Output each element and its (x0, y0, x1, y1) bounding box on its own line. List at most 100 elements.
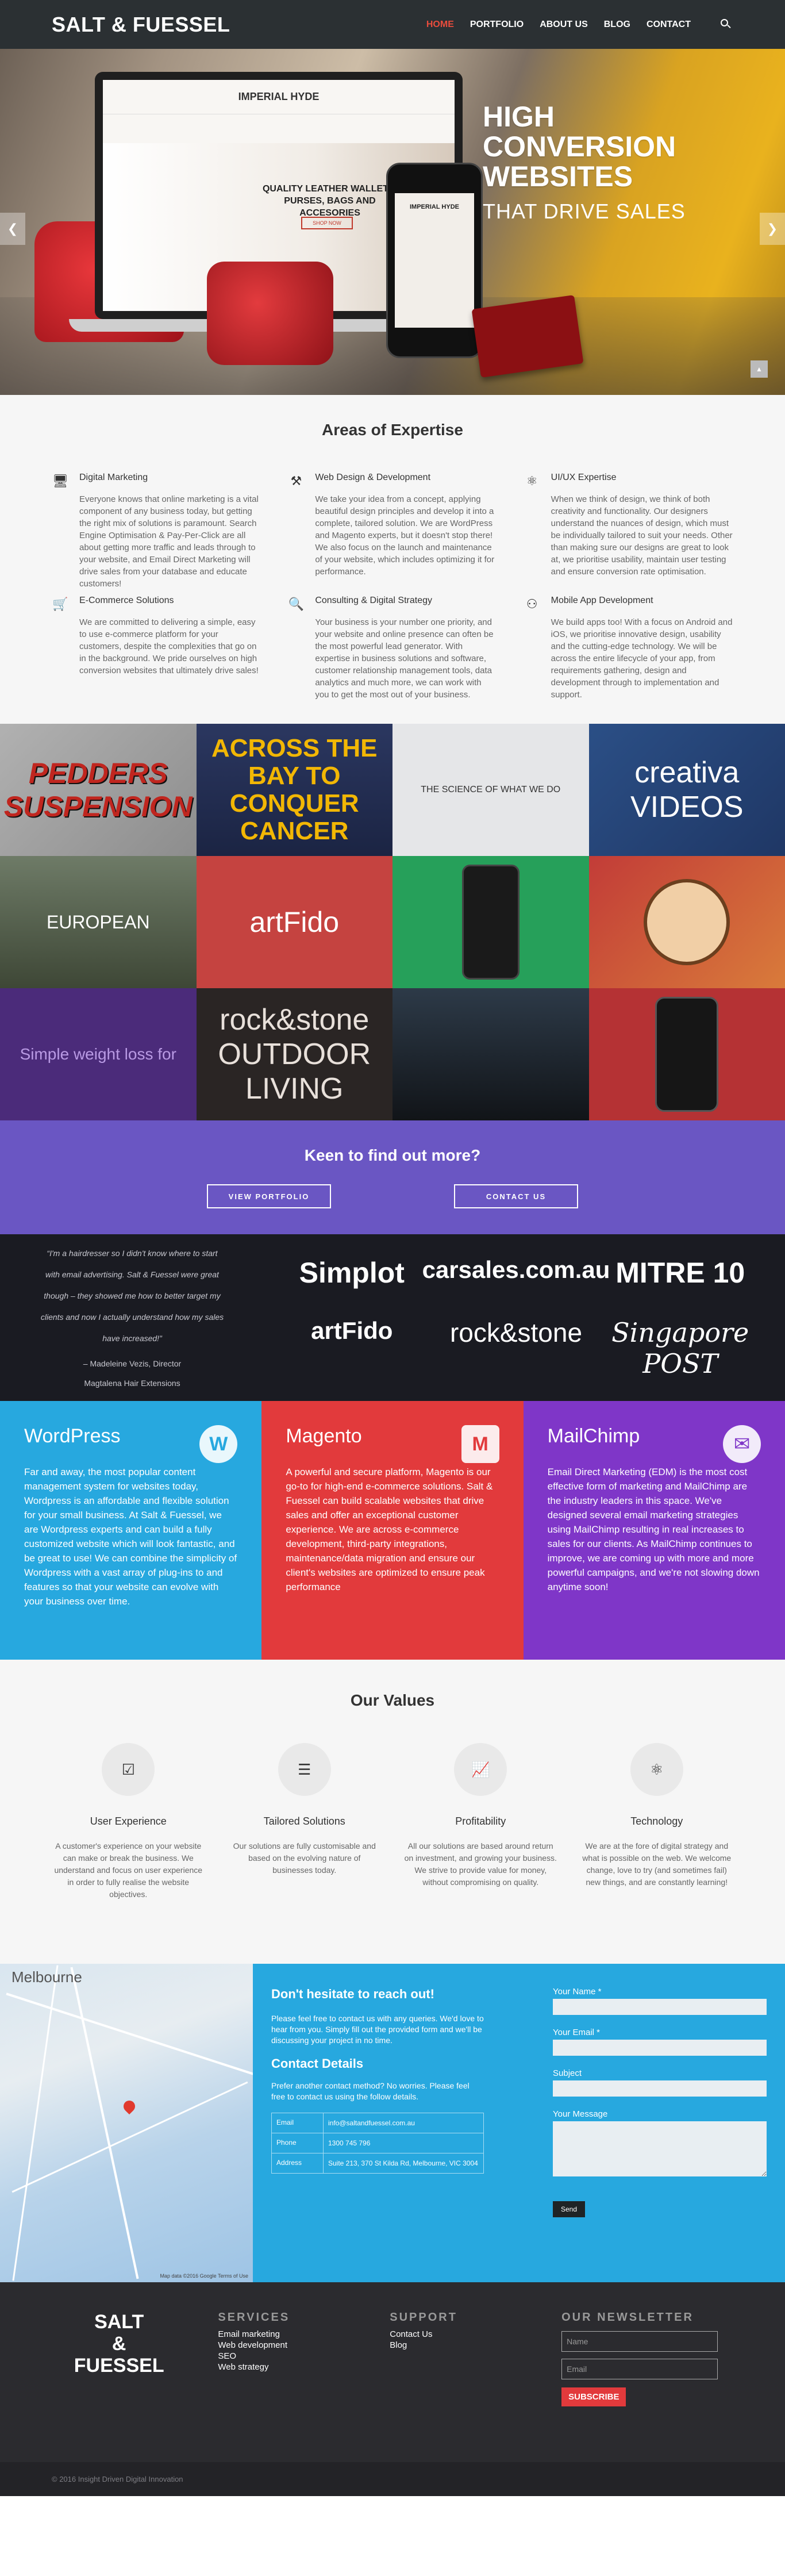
phone-image (461, 865, 520, 980)
phone-brand: IMPERIAL HYDE (410, 204, 459, 210)
portfolio-tile[interactable] (588, 988, 785, 1120)
contact-details-title: Contact Details (271, 2056, 364, 2071)
expertise-item: 🖥 Digital Marketing Everyone knows that o… (52, 473, 261, 590)
handbag-image-2 (207, 262, 333, 365)
expertise-item-text: Everyone knows that online marketing is … (79, 494, 259, 589)
value-item: 📈 Profitability All our solutions are ba… (404, 1743, 557, 1901)
nav-home[interactable]: HOME (426, 20, 454, 30)
hero-headline-line: CONVERSION (483, 130, 676, 163)
portfolio-tile-label: rock&stone OUTDOOR LIVING (218, 1003, 371, 1105)
portfolio-tile[interactable]: creativa VIDEOS (588, 724, 785, 856)
laptop-brand: IMPERIAL HYDE (103, 80, 455, 114)
chart-icon: 📈 (454, 1743, 507, 1796)
copyright-text: © 2016 Insight Driven Digital Innovation (52, 2475, 183, 2483)
expertise-grid: 🖥 Digital Marketing Everyone knows that o… (52, 473, 733, 701)
contact-email[interactable]: info@saltandfuessel.com.au (324, 2113, 483, 2133)
footer-services: SERVICES Email marketing Web development… (218, 2311, 390, 2462)
subject-field[interactable] (553, 2080, 767, 2097)
portfolio-tile-label: creativa VIDEOS (630, 756, 744, 824)
testimonial-quote: “I'm a hairdresser so I didn't know wher… (40, 1243, 224, 1393)
portfolio-tile-label: artFido (249, 906, 340, 938)
footer-logo[interactable]: SALT & FUESSEL (52, 2311, 166, 2462)
client-logo: Simplot (299, 1257, 405, 1289)
portfolio-tile[interactable]: rock&stone OUTDOOR LIVING (196, 988, 392, 1120)
portfolio-tile[interactable]: artFido (196, 856, 392, 988)
contact-details: Don't hesitate to reach out! Please feel… (271, 1987, 484, 2259)
search-icon[interactable] (718, 17, 733, 32)
newsletter-name-input[interactable]: Name (561, 2331, 718, 2352)
nav-portfolio[interactable]: PORTFOLIO (470, 20, 524, 30)
expertise-item-title: UI/UX Expertise (551, 473, 617, 482)
contact-section: Melbourne Map data ©2016 Google Terms of… (0, 1964, 785, 2282)
site-logo[interactable]: SALT & FUESSEL (52, 13, 230, 37)
portfolio-tile[interactable] (392, 856, 589, 988)
send-button[interactable]: Send (553, 2201, 586, 2217)
contact-intro: Please feel free to contact us with any … (271, 2014, 484, 2045)
testimonial-company: Magtalena Hair Extensions (84, 1378, 180, 1388)
portfolio-tile[interactable]: EUROPEAN (0, 856, 197, 988)
expertise-item: 🔍 Consulting & Digital Strategy Your busi… (287, 596, 497, 701)
portfolio-tile[interactable] (392, 988, 589, 1120)
platform-magento: M Magento A powerful and secure platform… (261, 1401, 524, 1660)
expertise-item-text: We build apps too! With a focus on Andro… (551, 617, 733, 700)
map-label: Melbourne (11, 1968, 82, 1986)
nav-contact[interactable]: CONTACT (647, 20, 691, 30)
contact-row: Phone 1300 745 796 (272, 2133, 483, 2153)
value-title: User Experience (90, 1815, 167, 1827)
testimonial-author: – Madeleine Vezis, Director (83, 1358, 182, 1368)
message-field[interactable] (553, 2121, 767, 2176)
contact-title: Don't hesitate to reach out! (271, 1987, 434, 2001)
slider-prev-arrow-icon[interactable]: ❮ (0, 213, 25, 245)
view-portfolio-button[interactable]: VIEW PORTFOLIO (207, 1184, 331, 1208)
footer-link[interactable]: Email marketing (218, 2329, 390, 2340)
client-logo: carsales.com.au (422, 1256, 610, 1283)
expertise-item: ⚛ UI/UX Expertise When we think of design… (524, 473, 733, 590)
footer-link[interactable]: Blog (390, 2340, 561, 2351)
search-icon: 🔍 (288, 597, 305, 611)
platform-text: A powerful and secure platform, Magento … (286, 1466, 493, 1592)
portfolio-tile[interactable]: THE SCIENCE OF WHAT WE DO (392, 724, 589, 856)
footer-link[interactable]: Web development (218, 2340, 390, 2351)
portfolio-tile[interactable]: Simple weight loss for (0, 988, 197, 1120)
scroll-top-icon[interactable]: ▲ (751, 360, 768, 378)
expertise-item: 🛒 E-Commerce Solutions We are committed t… (52, 596, 261, 701)
phone-screen: IMPERIAL HYDE (395, 193, 474, 328)
expertise-item-text: We are committed to delivering a simple,… (79, 617, 259, 675)
expertise-item-text: When we think of design, we think of bot… (551, 494, 733, 577)
hero-slider: IMPERIAL HYDE QUALITY LEATHER WALLETS, P… (0, 49, 785, 395)
portfolio-tile[interactable] (588, 856, 785, 988)
subscribe-button[interactable]: SUBSCRIBE (561, 2387, 626, 2406)
slider-next-arrow-icon[interactable]: ❯ (760, 213, 785, 245)
client-logos: Simplot carsales.com.au MITRE 10 artFido… (282, 1256, 751, 1379)
android-icon: ⚇ (526, 597, 538, 611)
nav-blog[interactable]: BLOG (604, 20, 630, 30)
footer-link[interactable]: Web strategy (218, 2362, 390, 2372)
laptop-shop-button: SHOP NOW (301, 217, 353, 229)
contact-us-button[interactable]: CONTACT US (454, 1184, 578, 1208)
value-title: Technology (630, 1815, 683, 1827)
portfolio-tile-label: EUROPEAN (46, 911, 150, 932)
name-field[interactable] (553, 1999, 767, 2015)
newsletter-email-input[interactable]: Email (561, 2359, 718, 2379)
footer-link[interactable]: SEO (218, 2351, 390, 2362)
hero-headline-line: WEBSITES (483, 160, 633, 193)
platform-text: Far and away, the most popular content m… (24, 1466, 237, 1607)
contact-row-label: Phone (272, 2133, 324, 2153)
footer-link[interactable]: Contact Us (390, 2329, 561, 2340)
footer-services-title: SERVICES (218, 2311, 290, 2324)
expertise-item-title: Digital Marketing (79, 473, 148, 482)
contact-phone[interactable]: 1300 745 796 (324, 2133, 483, 2153)
portfolio-tile[interactable]: ACROSS THE BAY TO CONQUER CANCER (196, 724, 392, 856)
value-title: Profitability (455, 1815, 506, 1827)
client-logo: artFido (311, 1317, 393, 1344)
portfolio-tile[interactable]: PEDDERS SUSPENSION (0, 724, 197, 856)
platform-wordpress: W WordPress Far and away, the most popul… (0, 1401, 262, 1660)
google-map[interactable]: Melbourne Map data ©2016 Google Terms of… (0, 1964, 253, 2282)
email-field[interactable] (553, 2040, 767, 2056)
portfolio-grid: PEDDERS SUSPENSION ACROSS THE BAY TO CON… (0, 724, 785, 1120)
nav-about-us[interactable]: ABOUT US (540, 20, 588, 30)
expertise-item: ⚇ Mobile App Development We build apps to… (524, 596, 733, 701)
contact-row: Address Suite 213, 370 St Kilda Rd, Melbo… (272, 2153, 483, 2173)
hero-headline-line: HIGH (483, 101, 555, 133)
testimonial-text: “I'm a hairdresser so I didn't know wher… (40, 1248, 224, 1343)
